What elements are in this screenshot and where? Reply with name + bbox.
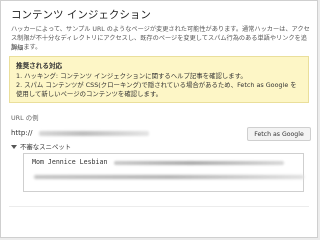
snippet-toggle-label: 不審なスニペット [20,143,72,151]
snippet-toggle[interactable]: 不審なスニペット [11,142,71,151]
notice-item-1: 1. ハッキング: コンテンツ インジェクションに関するヘルプ記事を確認します。 [16,72,247,80]
redacted-snippet-line-2 [34,175,304,179]
triangle-down-icon [11,144,17,149]
page-title: コンテンツ インジェクション [11,9,151,21]
redacted-url [39,131,149,136]
notice-item-2: 2. スパム コンテンツが CSS(クローキング)で隠されている場合があるため、… [16,81,297,98]
fetch-as-google-button[interactable]: Fetch as Google [247,127,311,141]
details-link[interactable]: 詳細 [11,43,23,52]
divider [9,206,309,207]
recommended-actions-notice: 推奨される対応 1. ハッキング: コンテンツ インジェクションに関するヘルプ記… [9,56,309,103]
example-url-label: URL の例 [11,114,39,122]
redacted-snippet-line-1 [114,161,284,165]
issue-description: ハッカーによって、サンプル URL のようなページが変更された可能性があります。… [11,26,310,51]
example-url-value: http:// [11,129,33,137]
suspicious-snippet-box: Mom Jennice Lesbian [23,153,304,192]
notice-title: 推奨される対応 [16,62,63,70]
content-injection-panel: コンテンツ インジェクション ハッカーによって、サンプル URL のようなページ… [0,0,318,238]
